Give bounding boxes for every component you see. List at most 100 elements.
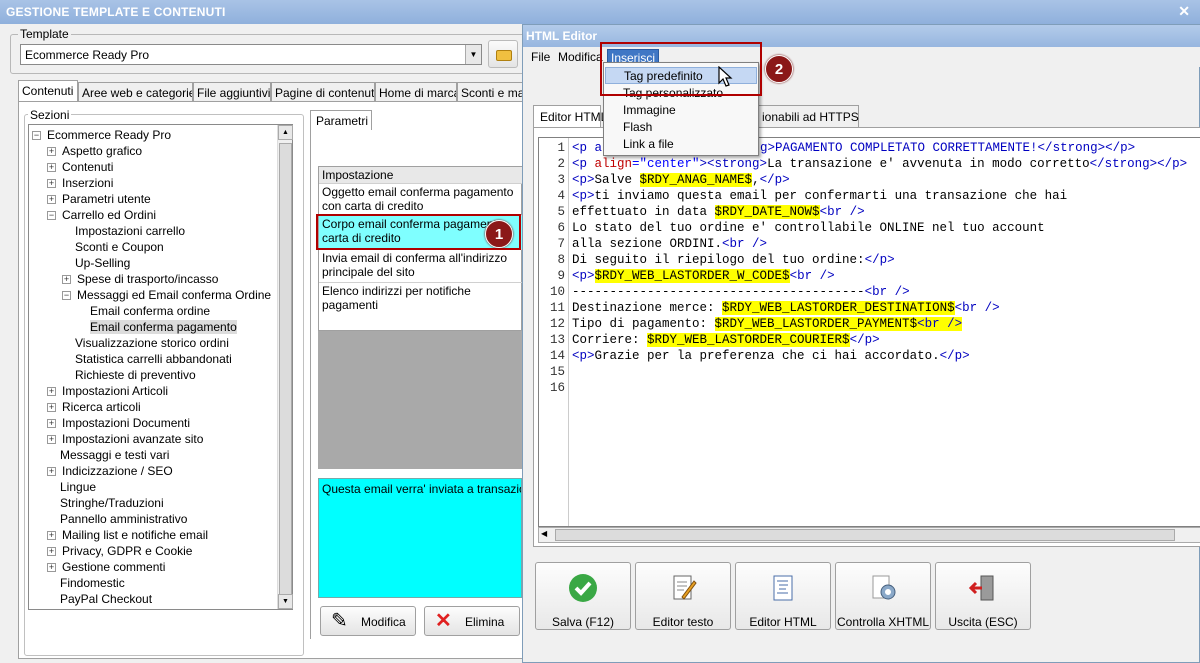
line-number: 8: [557, 253, 565, 267]
tree-item[interactable]: − Ecommerce Ready Pro: [32, 127, 171, 143]
grid-row[interactable]: Elenco indirizzi per notifiche pagamenti: [319, 283, 523, 330]
tree-scrollbar[interactable]: ▲ ▼: [277, 125, 293, 609]
expand-icon[interactable]: +: [47, 531, 56, 541]
expand-icon[interactable]: +: [47, 419, 56, 429]
line-number: 3: [557, 173, 565, 187]
open-folder-button[interactable]: [488, 40, 518, 68]
expand-icon[interactable]: +: [47, 147, 56, 157]
tab-sconti[interactable]: Sconti e ma: [457, 82, 530, 102]
tree-item[interactable]: + Impostazioni Documenti: [47, 415, 190, 431]
tree-item[interactable]: Statistica carrelli abbandonati: [75, 351, 232, 367]
expand-icon[interactable]: +: [47, 547, 56, 557]
modifica-button[interactable]: ✎ Modifica: [320, 606, 416, 636]
tree-item[interactable]: + Indicizzazione / SEO: [47, 463, 173, 479]
tab-home-marca[interactable]: Home di marca: [375, 82, 457, 102]
tree-item[interactable]: + Gestione commenti: [47, 559, 165, 575]
scroll-thumb[interactable]: [279, 143, 292, 603]
mouse-cursor-icon: [718, 66, 733, 87]
expand-icon[interactable]: +: [47, 435, 56, 445]
elimina-button[interactable]: ✕ Elimina: [424, 606, 520, 636]
menu-link-file[interactable]: Link a file: [605, 136, 757, 153]
tab-file-aggiuntivi[interactable]: File aggiuntivi: [193, 82, 271, 102]
tree-item[interactable]: Pannello amministrativo: [60, 511, 187, 527]
tree-item-selected[interactable]: Email conferma pagamento: [90, 319, 237, 335]
expand-icon[interactable]: +: [62, 275, 71, 285]
template-select-value: Ecommerce Ready Pro: [25, 48, 150, 62]
sections-tree[interactable]: − Ecommerce Ready Pro + Aspetto grafico + C…: [28, 124, 293, 610]
template-select[interactable]: Ecommerce Ready Pro ▼: [20, 44, 482, 65]
expand-icon[interactable]: +: [47, 467, 56, 477]
tree-item[interactable]: Email conferma ordine: [90, 303, 210, 319]
expand-icon[interactable]: +: [47, 563, 56, 573]
grid-row[interactable]: Invia email di conferma all'indirizzo pr…: [319, 250, 523, 283]
tree-item[interactable]: − Messaggi ed Email conferma Ordine: [62, 287, 271, 303]
tree-item[interactable]: + Impostazioni Articoli: [47, 383, 168, 399]
code-line: Lo stato del tuo ordine e' controllabile…: [572, 221, 1045, 235]
text-editor-button[interactable]: Editor testo: [635, 562, 731, 630]
exit-button[interactable]: Uscita (ESC): [935, 562, 1031, 630]
code-editor[interactable]: 1 2 3 4 5 6 7 8 9 10 11 12 13 14 15 16 <…: [538, 137, 1200, 527]
line-number: 12: [549, 317, 565, 331]
tab-editor-html[interactable]: Editor HTML: [533, 105, 607, 127]
code-line: Destinazione merce: $RDY_WEB_LASTORDER_D…: [572, 301, 1000, 315]
expand-icon[interactable]: +: [47, 179, 56, 189]
code-line: alla sezione ORDINI.<br />: [572, 237, 768, 251]
tree-item[interactable]: PayPal Checkout: [60, 591, 152, 607]
menu-modifica[interactable]: Modifica: [555, 49, 606, 65]
tab-aree-web[interactable]: Aree web e categorie: [78, 82, 193, 102]
tab-https[interactable]: ionabili ad HTTPS: [755, 105, 859, 127]
code-document-icon: [773, 575, 793, 601]
tree-item[interactable]: + Contenuti: [47, 159, 113, 175]
menu-flash[interactable]: Flash: [605, 119, 757, 136]
chevron-down-icon[interactable]: ▼: [465, 45, 481, 64]
line-number: 10: [549, 285, 565, 299]
tree-item[interactable]: Impostazioni carrello: [75, 223, 185, 239]
edit-document-icon: [673, 575, 697, 600]
tree-item[interactable]: Richieste di preventivo: [75, 367, 196, 383]
scroll-thumb[interactable]: [555, 529, 1175, 541]
menu-immagine[interactable]: Immagine: [605, 102, 757, 119]
tree-item[interactable]: + Ricerca articoli: [47, 399, 141, 415]
tree-item[interactable]: Visualizzazione storico ordini: [75, 335, 229, 351]
tree-item[interactable]: Stringhe/Traduzioni: [60, 495, 164, 511]
scroll-up-icon[interactable]: ▲: [278, 125, 293, 140]
expand-icon[interactable]: +: [47, 403, 56, 413]
tree-item[interactable]: Lingue: [60, 479, 96, 495]
tree-item[interactable]: − Carrello ed Ordini: [47, 207, 156, 223]
tree-item[interactable]: + Aspetto grafico: [47, 143, 142, 159]
tree-item[interactable]: + Parametri utente: [47, 191, 151, 207]
menu-file[interactable]: File: [528, 49, 553, 65]
tree-item[interactable]: + Mailing list e notifiche email: [47, 527, 208, 543]
tab-parametri[interactable]: Parametri: [310, 110, 372, 130]
collapse-icon[interactable]: −: [32, 131, 41, 141]
collapse-icon[interactable]: −: [47, 211, 56, 221]
template-tag: $RDY_DATE_NOW$: [714, 205, 820, 219]
tree-item[interactable]: Messaggi e testi vari: [60, 447, 169, 463]
line-number: 9: [557, 269, 565, 283]
tree-item[interactable]: + Privacy, GDPR e Cookie: [47, 543, 192, 559]
expand-icon[interactable]: +: [47, 195, 56, 205]
tab-contenuti[interactable]: Contenuti: [18, 80, 78, 102]
tree-item[interactable]: Up-Selling: [75, 255, 130, 271]
tree-item[interactable]: Findomestic: [60, 575, 125, 591]
tree-item[interactable]: + Impostazioni avanzate sito: [47, 431, 203, 447]
html-editor-button[interactable]: Editor HTML: [735, 562, 831, 630]
expand-icon[interactable]: +: [47, 387, 56, 397]
collapse-icon[interactable]: −: [62, 291, 71, 301]
save-button[interactable]: Salva (F12): [535, 562, 631, 630]
close-icon[interactable]: ✕: [1178, 3, 1190, 20]
expand-icon[interactable]: +: [47, 163, 56, 173]
scroll-left-icon[interactable]: ◀: [541, 529, 547, 538]
callout-badge-1: 1: [485, 220, 513, 248]
grid-row[interactable]: Oggetto email conferma pagamento con car…: [319, 184, 523, 216]
check-xhtml-button[interactable]: Controlla XHTML: [835, 562, 931, 630]
code-line: Di seguito il riepilogo del tuo ordine:<…: [572, 253, 895, 267]
line-number: 13: [549, 333, 565, 347]
scroll-down-icon[interactable]: ▼: [278, 594, 293, 609]
code-line: <p>Salve $RDY_ANAG_NAME$,</p>: [572, 173, 790, 187]
tree-item[interactable]: + Inserzioni: [47, 175, 113, 191]
tab-pagine-contenuti[interactable]: Pagine di contenuti: [271, 82, 375, 102]
tree-item[interactable]: + Spese di trasporto/incasso: [62, 271, 218, 287]
tree-item[interactable]: Sconti e Coupon: [75, 239, 164, 255]
code-horizontal-scrollbar[interactable]: ◀: [538, 527, 1200, 543]
